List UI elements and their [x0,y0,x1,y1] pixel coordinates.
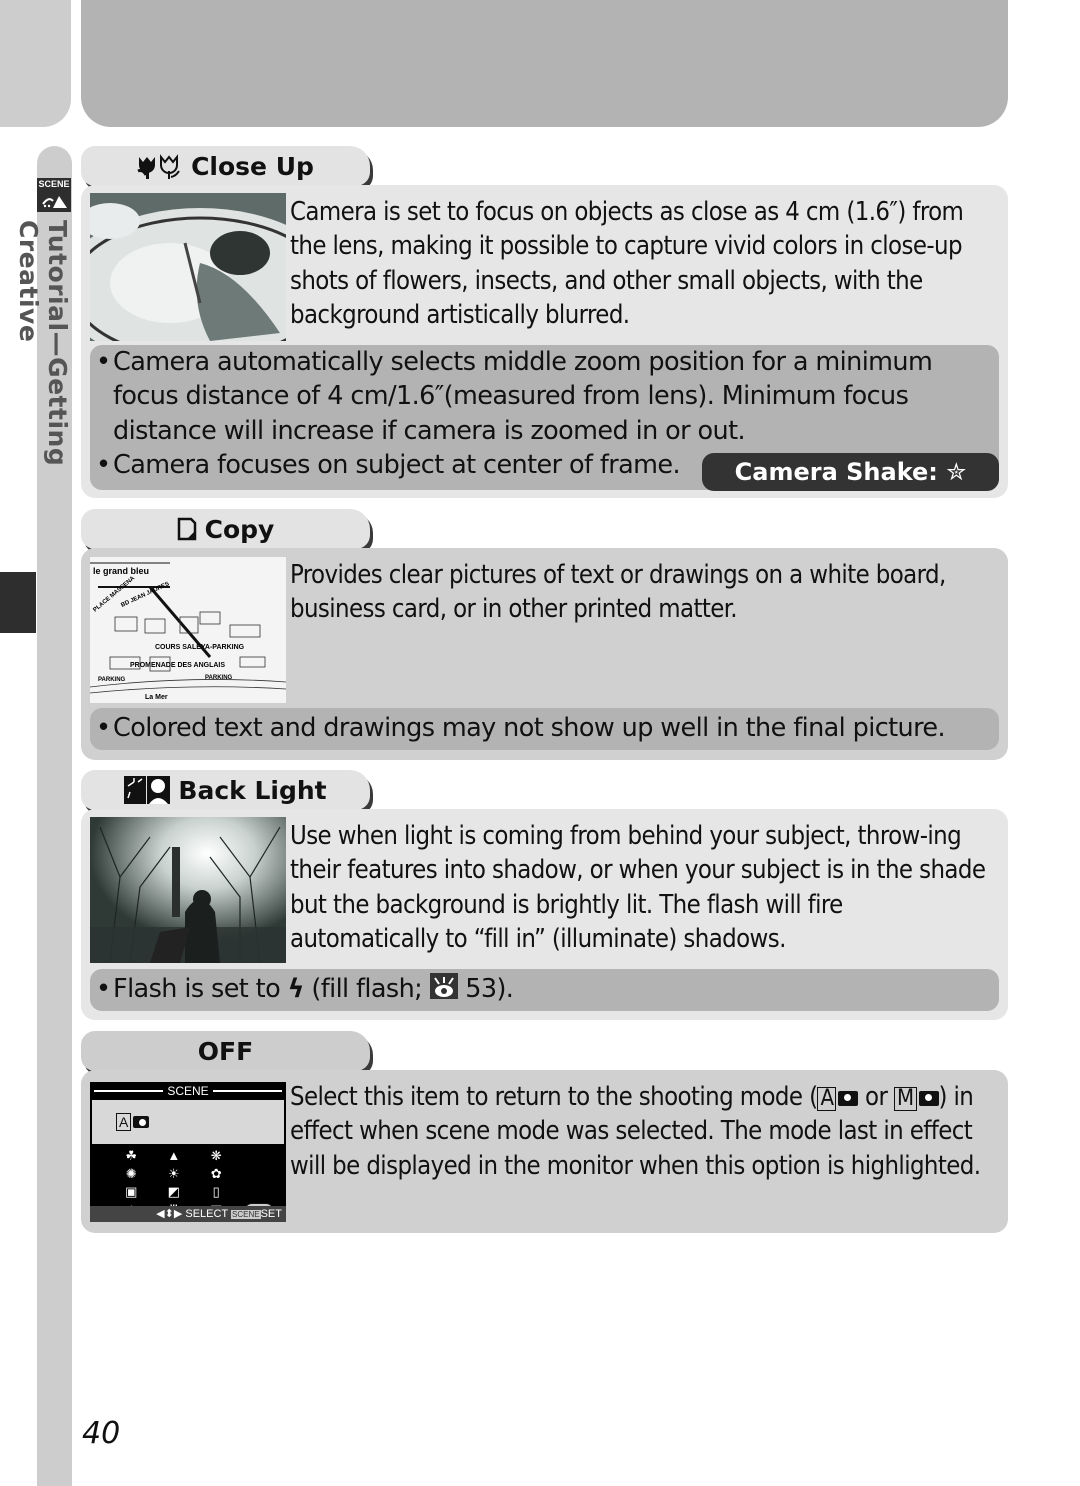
page-reference: 53). [465,974,514,1004]
scene-option-icon: ▲ [167,1148,181,1163]
note-item: • Flash is set to ϟ (fill flash; 53). [96,973,514,1004]
lcd-title: SCENE [167,1084,209,1098]
back-light-sample-photo [90,817,286,963]
header-banner [81,0,1008,127]
section-title: Copy [204,514,275,544]
document-copy-icon [177,517,197,541]
scene-menu-screen: SCENE A ☘ ▲ ❋ ✺ ☀ ✿ ▣ ◩ ▯ ⛰ Ⅲ ▩ OFF ◀⬍▶ … [90,1082,286,1222]
scene-button-icon: SCENE [231,1210,261,1219]
camera-shake-badge: Camera Shake: ✮ [702,453,999,491]
back-light-description: Use when light is coming from behind you… [290,821,986,954]
section-body-close-up: Camera is set to focus on objects as clo… [81,185,1008,498]
flash-icon: ϟ [287,974,305,1004]
back-light-notes: • Flash is set to ϟ (fill flash; 53). [90,969,999,1011]
manual-mode-icon: M [894,1087,917,1111]
note-item: • Camera automatically selects middle zo… [96,347,933,446]
section-body-off: SCENE A ☘ ▲ ❋ ✺ ☀ ✿ ▣ ◩ ▯ ⛰ Ⅲ ▩ OFF ◀⬍▶ … [81,1070,1008,1233]
section-header-off: OFF [81,1031,370,1071]
chapter-title: Tutorial—Getting Creative [14,220,72,467]
mountain-moon-icon [42,196,67,208]
scene-option-icon: ❋ [210,1148,222,1163]
copy-description: Provides clear pictures of text or drawi… [290,560,946,625]
scene-option-icon: ☘ [125,1148,138,1163]
backlight-portrait-icon [124,776,171,804]
page-reference-icon [429,973,458,999]
scene-option-icon: ✿ [210,1166,222,1181]
note-item: • Colored text and drawings may not show… [96,713,946,743]
scene-option-icon: ✺ [125,1166,137,1181]
flower-macro-icon [137,153,183,179]
scene-badge-label: SCENE [38,179,70,189]
camera-icon [918,1090,939,1106]
section-body-back-light: Use when light is coming from behind you… [81,809,1008,1020]
section-body-copy: le grand bleu PLACE MASSENA BD JEAN JAUR… [81,548,1008,760]
camera-icon [838,1090,859,1106]
close-up-sample-photo [90,193,286,341]
svg-text:PARKING: PARKING [205,675,233,681]
camera-icon [133,1116,150,1128]
svg-text:PROMENADE DES ANGLAIS: PROMENADE DES ANGLAIS [130,662,225,669]
section-title: OFF [197,1036,254,1066]
page-number: 40 [82,1416,121,1451]
off-description: Select this item to return to the shooti… [290,1082,981,1181]
section-header-close-up: Close Up [81,146,370,186]
lcd-current-mode: A [92,1100,284,1144]
scene-mode-icon: SCENE [37,178,71,212]
lcd-footer: ◀⬍▶ SELECT SCENESET [90,1206,286,1222]
section-title: Close Up [191,151,314,181]
scene-option-icon: ▣ [125,1184,138,1199]
section-header-copy: Copy [81,509,370,549]
auto-mode-icon: A [817,1087,837,1111]
section-header-back-light: Back Light [81,770,370,810]
svg-text:le grand bleu: le grand bleu [93,566,149,576]
copy-notes: • Colored text and drawings may not show… [90,708,999,750]
chapter-index-tab [0,572,36,633]
scene-option-icon: ▯ [212,1184,220,1199]
svg-text:PARKING: PARKING [98,677,126,683]
close-up-description: Camera is set to focus on objects as clo… [290,197,964,330]
svg-text:COURS SALEYA-PARKING: COURS SALEYA-PARKING [155,644,245,651]
scene-option-icon: ☀ [167,1166,180,1181]
copy-sample-map: le grand bleu PLACE MASSENA BD JEAN JAUR… [90,557,286,703]
header-tab-left [0,0,71,127]
section-title: Back Light [178,775,327,805]
svg-text:La Mer: La Mer [145,694,168,701]
scene-option-icon: ◩ [167,1184,180,1199]
